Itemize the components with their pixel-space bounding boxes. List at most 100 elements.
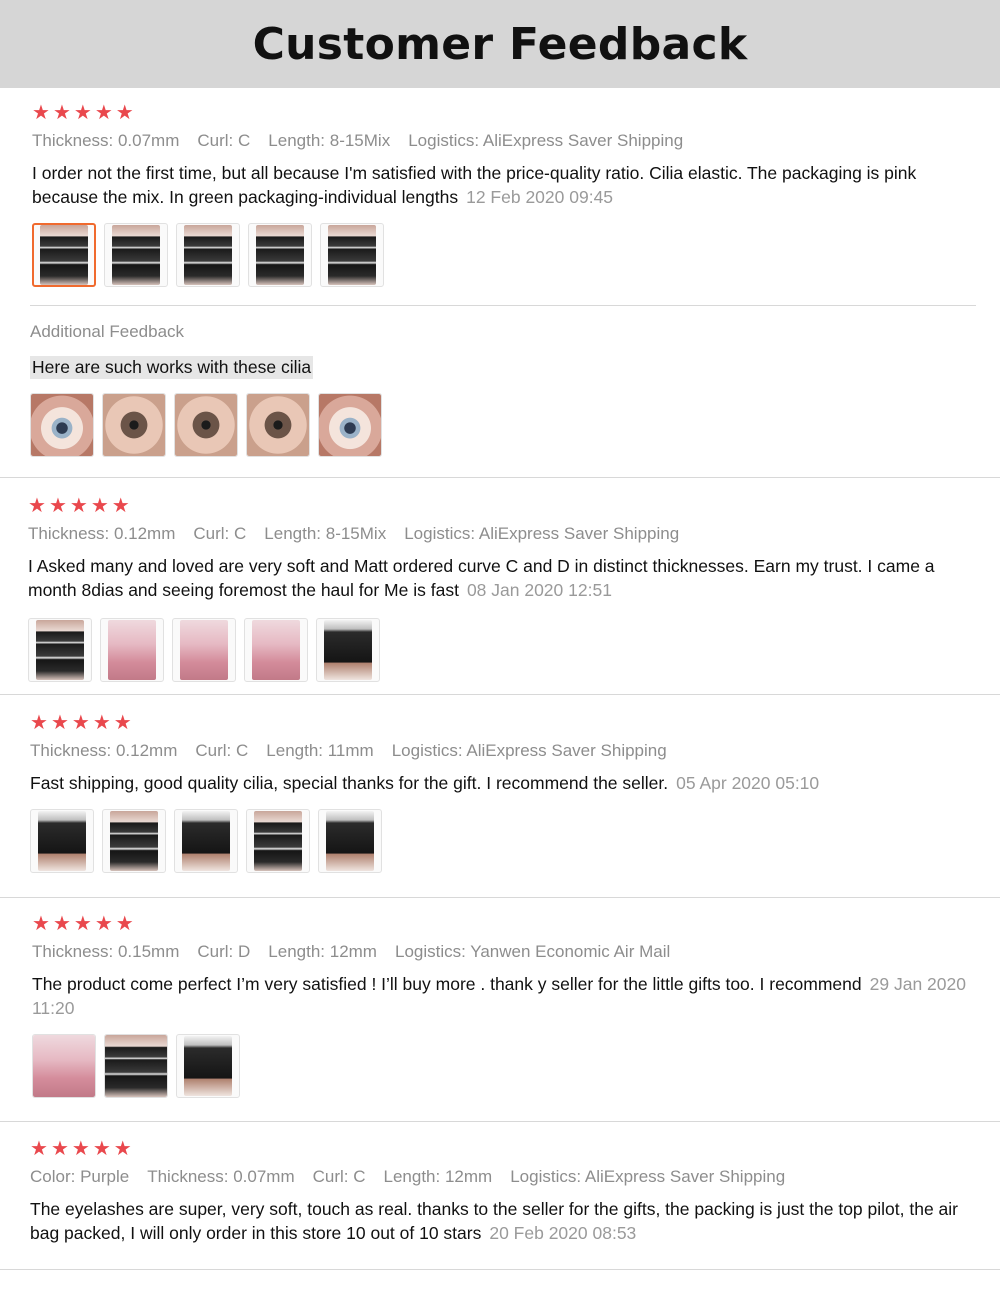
review-photos [32,223,982,287]
lash-box-photo [328,225,376,285]
review-date: 08 Jan 2020 12:51 [466,580,612,600]
eye-photo [247,394,309,456]
lash-box-photo [184,1036,232,1096]
review-meta: Thickness: 0.07mm Curl: C Length: 8-15Mi… [32,131,982,151]
eye-photo [103,394,165,456]
review-body: Fast shipping, good quality cilia, speci… [30,773,669,793]
review-photo-thumb[interactable] [174,809,238,873]
review-photo-thumb[interactable] [244,618,308,682]
meta-thickness: Thickness: 0.07mm [32,131,180,150]
star-icon: ★ [92,1136,111,1160]
package-photo [33,1035,95,1097]
review-date: 05 Apr 2020 05:10 [676,773,820,793]
review-photo-thumb[interactable] [318,393,382,457]
review-meta: Color: Purple Thickness: 0.07mm Curl: C … [30,1167,980,1187]
star-icon: ★ [69,493,88,517]
review-photo-thumb[interactable] [32,1034,96,1098]
meta-logistics: Logistics: Yanwen Economic Air Mail [394,942,671,961]
star-icon: ★ [73,100,92,124]
meta-logistics: Logistics: AliExpress Saver Shipping [510,1167,786,1186]
review-photo-thumb[interactable] [100,618,164,682]
review-photo-thumb[interactable] [30,393,94,457]
meta-length: Length: 12mm [268,942,377,961]
star-icon: ★ [113,1136,132,1160]
pink-box-photo [108,620,156,680]
lash-box-photo [110,811,158,871]
review-photo-thumb[interactable] [176,1034,240,1098]
meta-curl: Curl: C [197,131,251,150]
meta-logistics: Logistics: AliExpress Saver Shipping [408,131,684,150]
meta-thickness: Thickness: 0.12mm [28,524,176,543]
review-meta: Thickness: 0.12mm Curl: C Length: 8-15Mi… [28,524,978,544]
review-body: The product come perfect I’m very satisf… [32,974,862,994]
review-date: 12 Feb 2020 09:45 [466,187,614,207]
pink-box-photo [252,620,300,680]
page-title: Customer Feedback [252,18,748,70]
review-text: I Asked many and loved are very soft and… [28,554,978,602]
meta-logistics: Logistics: AliExpress Saver Shipping [404,524,680,543]
review-photo-thumb[interactable] [176,223,240,287]
star-icon: ★ [32,100,50,124]
lash-box-photo [254,811,302,871]
divider [0,897,1000,898]
review-text: The product come perfect I’m very satisf… [32,972,982,1020]
lash-box-photo [182,811,230,871]
divider [0,694,1000,695]
meta-curl: Curl: C [312,1167,366,1186]
page-header: Customer Feedback [0,0,1000,88]
review-photo-thumb[interactable] [102,393,166,457]
star-icon: ★ [71,1136,90,1160]
pink-box-photo [180,620,228,680]
review-photo-thumb[interactable] [318,809,382,873]
star-icon: ★ [52,100,71,124]
review-photo-thumb[interactable] [102,809,166,873]
review-photo-thumb[interactable] [248,223,312,287]
meta-thickness: Thickness: 0.15mm [32,942,180,961]
review-photo-thumb[interactable] [104,223,168,287]
review-photo-thumb[interactable] [172,618,236,682]
review-photos [32,1034,982,1098]
additional-feedback-label: Additional Feedback [30,322,185,341]
review-meta: Thickness: 0.15mm Curl: D Length: 12mm L… [32,942,982,962]
star-icon: ★ [111,493,130,517]
star-icon: ★ [48,493,67,517]
review-text: Fast shipping, good quality cilia, speci… [30,771,980,795]
package-photo [105,1035,167,1097]
review-photo-thumb[interactable] [174,393,238,457]
review-photo-thumb[interactable] [30,809,94,873]
star-icon: ★ [30,1136,48,1160]
review-photo-thumb[interactable] [246,809,310,873]
lash-box-photo [184,225,232,285]
review-photo-thumb[interactable] [28,618,92,682]
eye-photo [175,394,237,456]
review-meta: Thickness: 0.12mm Curl: C Length: 11mm L… [30,741,980,761]
meta-color: Color: Purple [30,1167,130,1186]
meta-logistics: Logistics: AliExpress Saver Shipping [391,741,667,760]
star-icon: ★ [32,911,50,935]
review-card: ★ ★ ★ ★ ★ Thickness: 0.12mm Curl: C Length: … [28,495,978,682]
meta-thickness: Thickness: 0.07mm [147,1167,295,1186]
review-photo-thumb[interactable] [246,393,310,457]
additional-feedback-text: Here are such works with these cilia [30,356,314,379]
review-photos [28,618,978,682]
review-photo-thumb[interactable] [320,223,384,287]
meta-curl: Curl: C [195,741,249,760]
meta-thickness: Thickness: 0.12mm [30,741,178,760]
review-photo-thumb[interactable] [316,618,380,682]
review-photo-thumb[interactable] [32,223,96,287]
divider [0,477,1000,478]
star-icon: ★ [28,493,46,517]
lash-box-photo [38,811,86,871]
star-rating: ★ ★ ★ ★ ★ [30,712,980,732]
star-icon: ★ [94,911,113,935]
review-photo-thumb[interactable] [104,1034,168,1098]
star-icon: ★ [30,710,48,734]
divider [0,1121,1000,1122]
star-icon: ★ [71,710,90,734]
review-text: The eyelashes are super, very soft, touc… [30,1197,980,1245]
star-icon: ★ [73,911,92,935]
star-rating: ★ ★ ★ ★ ★ [32,913,982,933]
review-text: I order not the first time, but all beca… [32,161,982,209]
meta-curl: Curl: C [193,524,247,543]
star-icon: ★ [92,710,111,734]
